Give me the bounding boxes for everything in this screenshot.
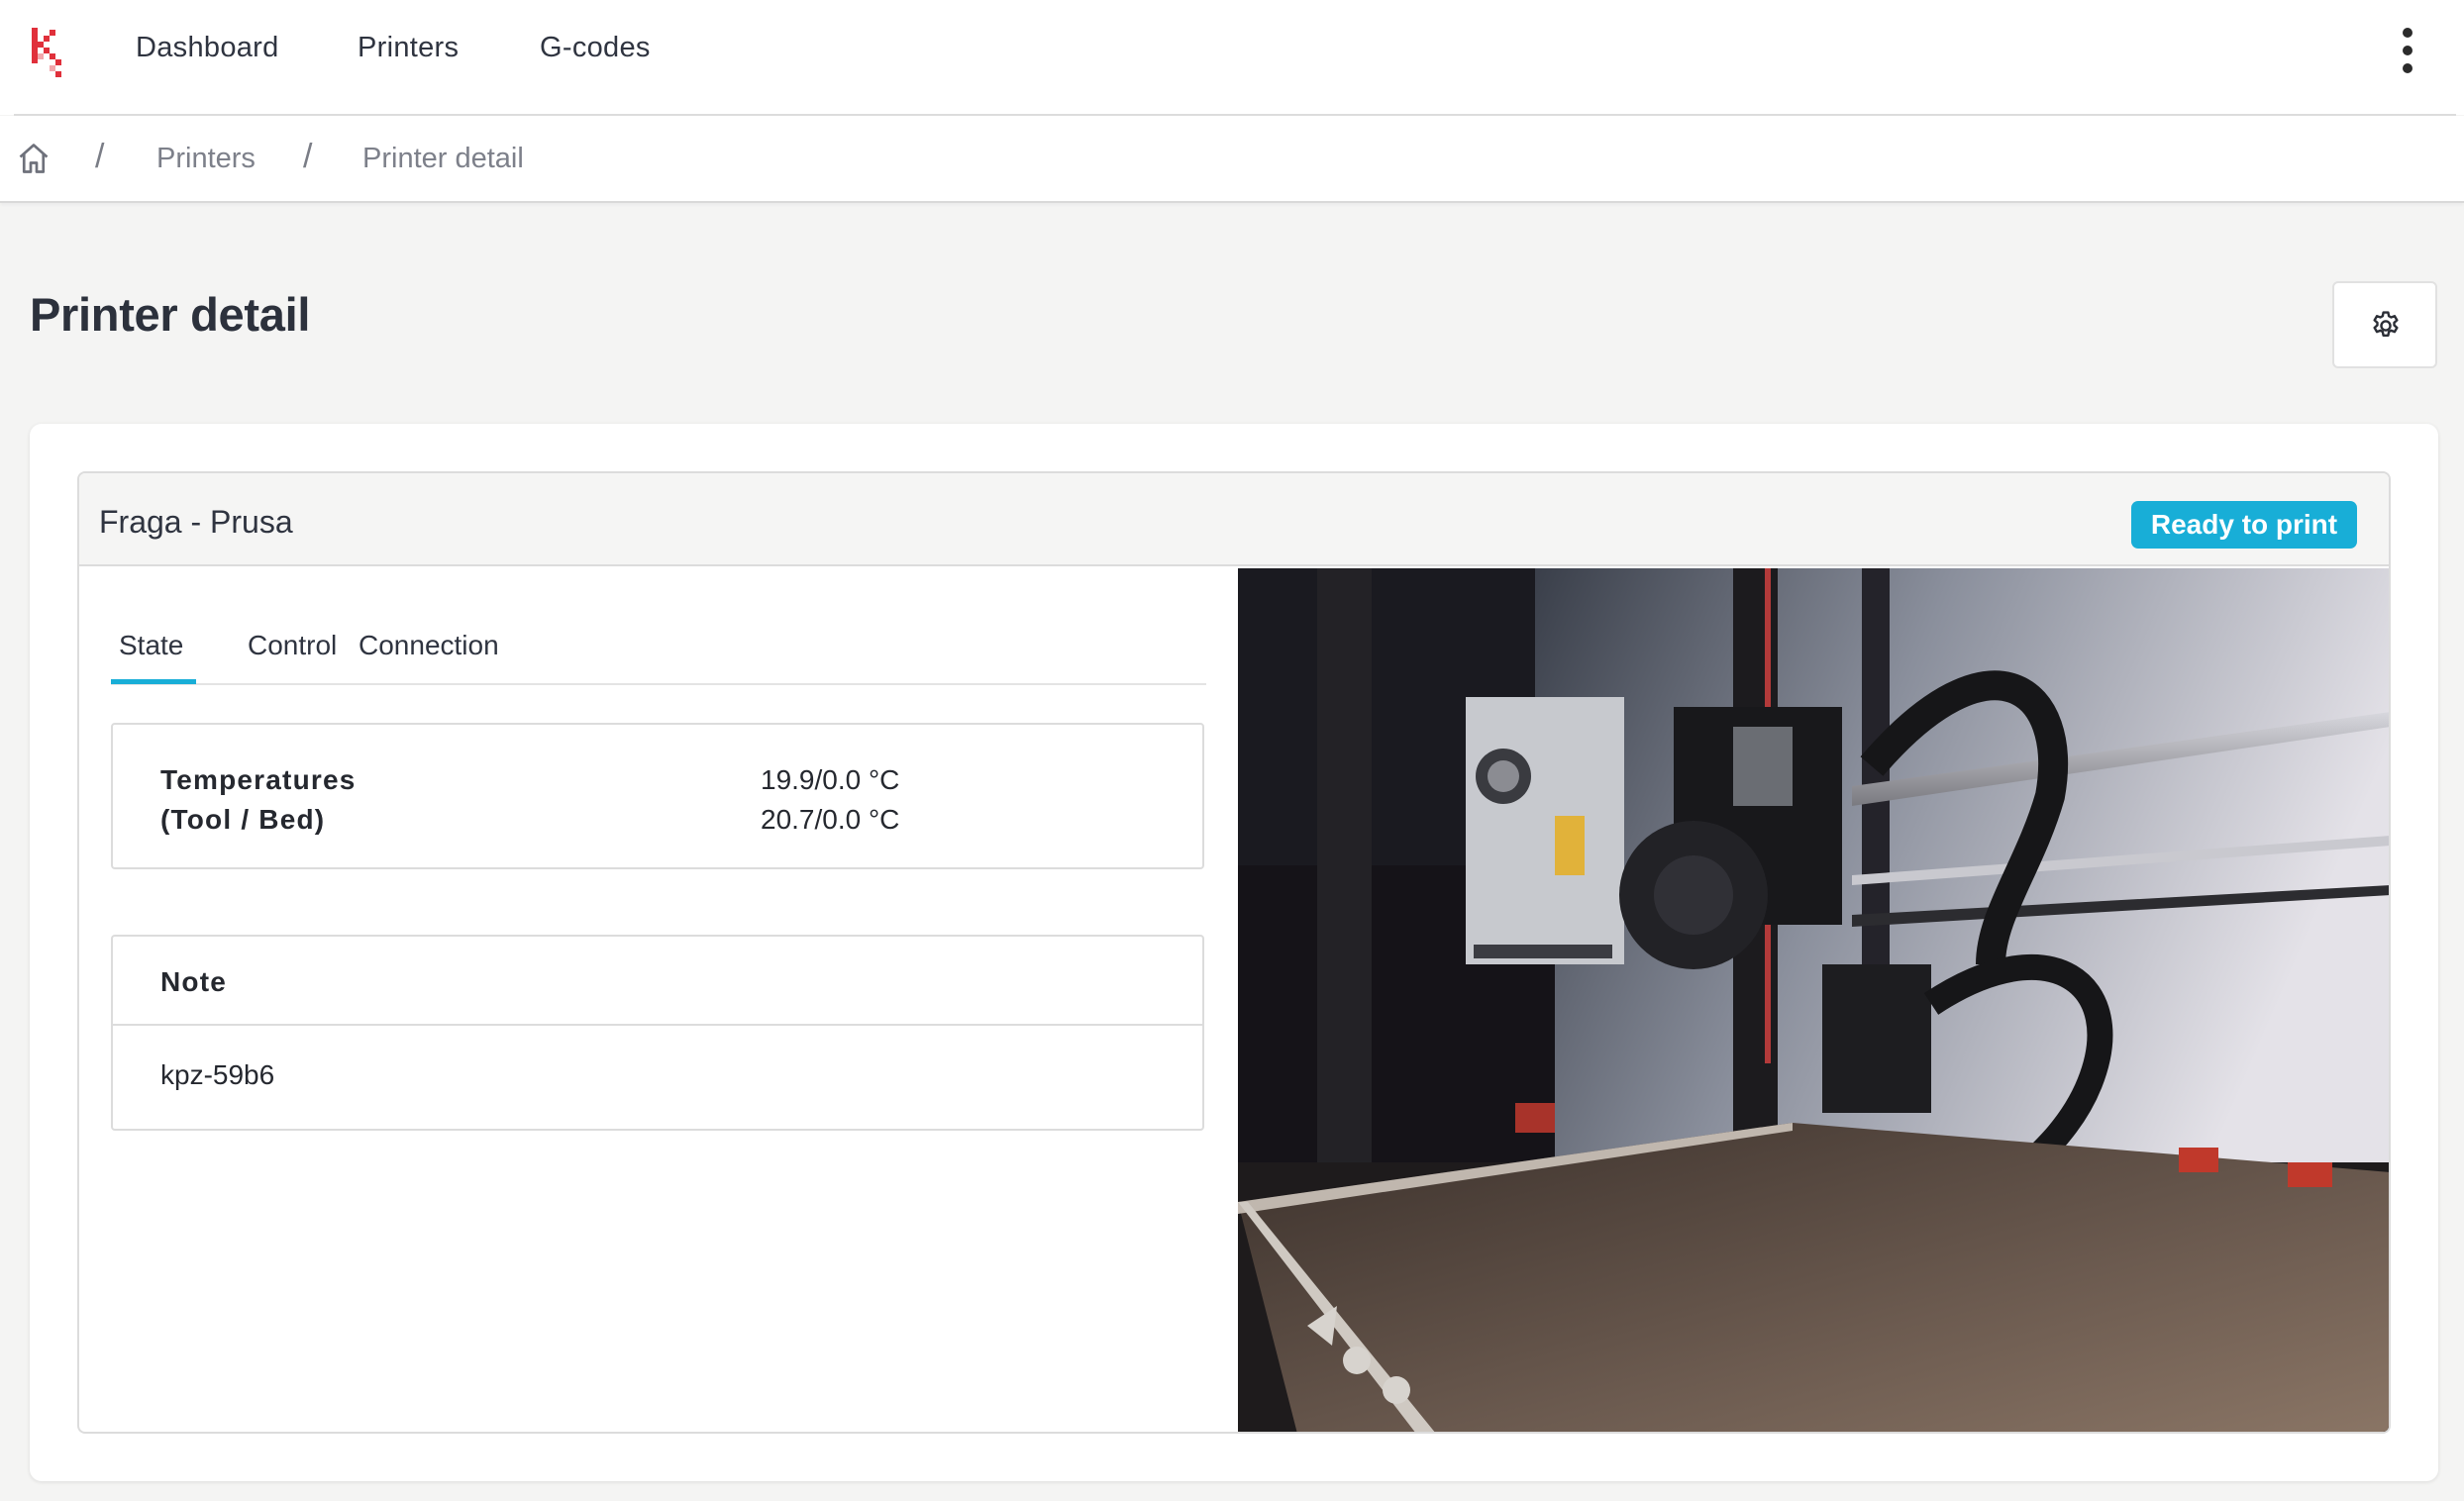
gear-icon [2373,311,2399,337]
printer-tabs: State Control Connection [111,592,1206,685]
nav-printers[interactable]: Printers [358,32,459,64]
camera-image [1238,568,2389,1432]
camera-feed [1238,568,2389,1432]
active-tab-indicator [111,679,196,684]
printer-name: Fraga - Prusa [99,504,293,540]
printer-card: Fraga - Prusa Ready to print State Contr… [77,471,2391,1434]
tab-connection[interactable]: Connection [359,630,499,661]
tab-control[interactable]: Control [248,630,337,661]
tool-temperature: 19.9/0.0 °C [761,764,900,795]
note-title: Note [160,966,228,997]
status-badge: Ready to print [2131,501,2357,549]
temperatures-panel: Temperatures (Tool / Bed) 19.9/0.0 °C 20… [111,723,1204,869]
temperatures-label-line1: Temperatures [160,764,357,795]
tab-state[interactable]: State [119,630,183,661]
settings-button[interactable] [2332,281,2437,368]
printer-card-header: Fraga - Prusa Ready to print [79,473,2389,566]
temperatures-label: Temperatures (Tool / Bed) [160,760,357,840]
breadcrumb-separator: / [303,138,313,175]
breadcrumb-separator: / [95,138,105,175]
page-title: Printer detail [30,288,311,341]
top-navbar: Dashboard Printers G-codes [0,0,2464,115]
kebab-menu-icon[interactable] [2390,22,2425,81]
note-value: kpz-59b6 [160,1059,275,1090]
nav-dashboard[interactable]: Dashboard [136,32,279,64]
breadcrumb-printers[interactable]: Printers [156,143,256,175]
brand-logo[interactable] [28,24,67,83]
breadcrumb: / Printers / Printer detail [0,116,2464,203]
bed-temperature: 20.7/0.0 °C [761,804,900,835]
note-header: Note [113,937,1202,1026]
note-panel: Note kpz-59b6 [111,935,1204,1131]
home-icon[interactable] [16,141,51,176]
temperatures-label-line2: (Tool / Bed) [160,804,326,835]
temperatures-values: 19.9/0.0 °C 20.7/0.0 °C [761,760,899,840]
nav-gcodes[interactable]: G-codes [540,32,651,64]
breadcrumb-current: Printer detail [362,143,524,174]
